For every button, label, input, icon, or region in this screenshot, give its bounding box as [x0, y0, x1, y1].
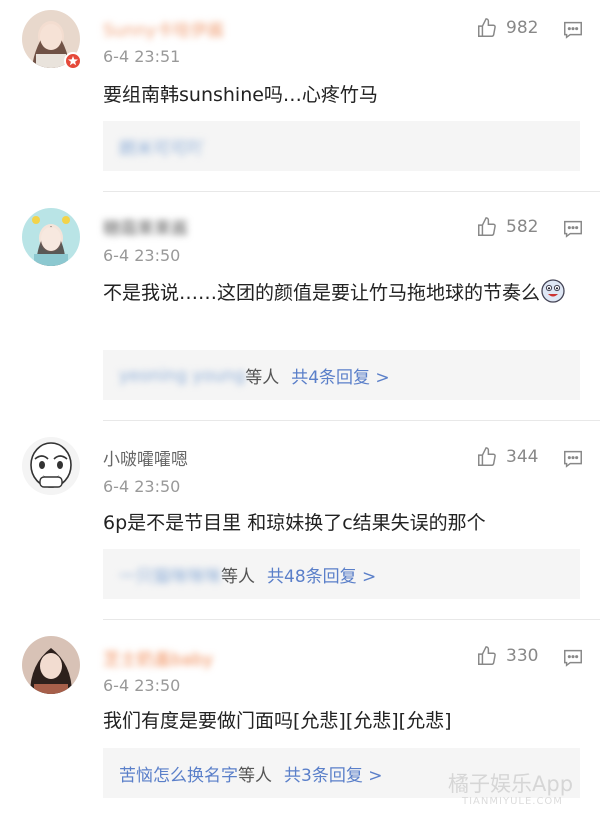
comment-time: 6-4 23:50: [103, 477, 181, 496]
comment-text: 我们有度是要做门面吗[允悲][允悲][允悲]: [103, 710, 452, 732]
like-button[interactable]: 982: [476, 17, 538, 39]
reply-count-link[interactable]: 共3条回复 >: [284, 761, 382, 786]
comment-icon[interactable]: [562, 448, 584, 474]
reply-count-link[interactable]: 共48条回复 >: [267, 562, 376, 587]
comment-icon[interactable]: [562, 19, 584, 45]
watermark-url: TIANMIYULE.COM: [462, 796, 563, 807]
like-button[interactable]: 330: [476, 645, 538, 667]
username[interactable]: 芝士奶盖baby: [103, 645, 213, 670]
avatar[interactable]: [22, 437, 80, 495]
like-count: 330: [506, 646, 539, 666]
comment-text: 不是我说……这团的颜值是要让竹马拖地球的节奏么: [103, 278, 573, 308]
divider: [103, 619, 600, 620]
avatar[interactable]: [22, 636, 80, 694]
comment-time: 6-4 23:51: [103, 47, 181, 66]
watermark-logo: 橘子娱乐App: [448, 772, 574, 796]
comment-text: 6p是不是节目里 和琼妹换了c结果失误的那个: [103, 512, 486, 534]
thumb-up-icon: [478, 447, 496, 466]
reply-preview[interactable]: 一只猫咪咪咪 等人 共48条回复 >: [103, 549, 580, 599]
comment-text-body: 不是我说……这团的颜值是要让竹马拖地球的节奏么: [103, 282, 541, 304]
divider: [103, 191, 600, 192]
like-count: 982: [506, 18, 539, 38]
reply-preview[interactable]: 朗米可可吖: [103, 121, 580, 171]
thumb-up-icon: [478, 18, 496, 37]
thumb-up-icon: [478, 646, 496, 665]
reply-count-link[interactable]: 共4条回复 >: [291, 363, 389, 388]
like-count: 344: [506, 447, 539, 467]
reply-preview[interactable]: yeoning young 等人 共4条回复 >: [103, 350, 580, 400]
username[interactable]: Sunny卡哇伊酱: [103, 16, 224, 41]
comment-time: 6-4 23:50: [103, 676, 181, 695]
username[interactable]: 糖霜果果酱: [103, 214, 188, 239]
divider: [103, 420, 600, 421]
comment-text: 要组南韩sunshine吗…心疼竹马: [103, 84, 378, 106]
reply-etc-label: 等人: [238, 766, 272, 786]
verified-badge-icon: [64, 52, 82, 70]
reply-usernames[interactable]: 一只猫咪咪咪: [119, 562, 221, 587]
thumb-up-icon: [478, 217, 496, 236]
comment-icon[interactable]: [562, 218, 584, 244]
reply-usernames[interactable]: yeoning young: [119, 366, 245, 386]
comment-time: 6-4 23:50: [103, 246, 181, 265]
username-text[interactable]: 小啵嚯嚯嗯: [103, 450, 188, 470]
like-button[interactable]: 582: [476, 216, 538, 238]
like-button[interactable]: 344: [476, 446, 538, 468]
laugh-cry-emoji: [541, 279, 565, 303]
reply-etc-label: 等人: [221, 567, 255, 587]
reply-etc-label: 等人: [245, 368, 280, 388]
username[interactable]: 小啵嚯嚯嗯: [103, 445, 188, 470]
reply-usernames[interactable]: 苦恼怎么换名字: [119, 761, 238, 786]
reply-usernames[interactable]: 朗米可可吖: [119, 134, 204, 159]
like-count: 582: [506, 217, 539, 237]
comment-icon[interactable]: [562, 647, 584, 673]
avatar[interactable]: [22, 208, 80, 266]
